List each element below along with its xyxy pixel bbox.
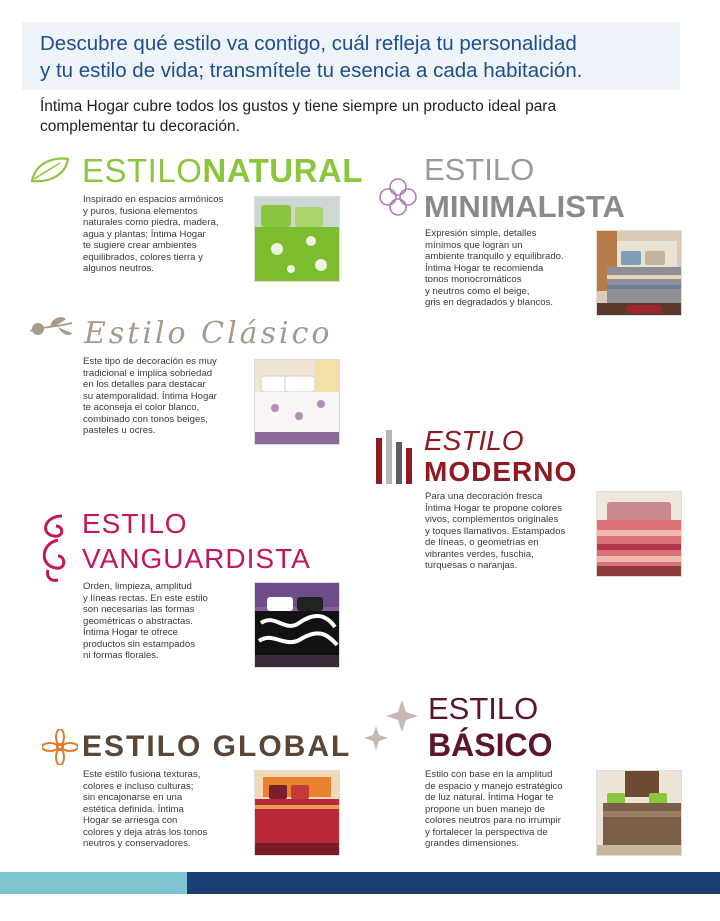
natural-title-b: NATURAL xyxy=(202,152,363,189)
intro-text: Íntima Hogar cubre todos los gustos y ti… xyxy=(40,97,640,137)
natural-title-a: ESTILO xyxy=(82,152,203,189)
global-text: Este estilo fusiona texturas, colores e … xyxy=(83,769,208,849)
basico-photo xyxy=(596,770,682,856)
minimalista-text: Expresión simple, detalles mínimos que l… xyxy=(425,228,564,308)
stars-icon xyxy=(364,700,418,750)
intro-line-1: Íntima Hogar cubre todos los gustos y ti… xyxy=(40,98,557,115)
global-title: ESTILO GLOBAL xyxy=(82,730,352,763)
banner-text: Descubre qué estilo va contigo, cuál ref… xyxy=(40,30,670,84)
intro-line-2: complementar tu decoración. xyxy=(40,118,240,135)
leaf-icon xyxy=(30,157,70,183)
banner-line-2: y tu estilo de vida; transmítele tu esen… xyxy=(40,59,583,82)
clasico-title: Estilo Clásico xyxy=(84,316,333,351)
clasico-text: Este tipo de decoración es muy tradicion… xyxy=(83,356,217,436)
flower-icon xyxy=(42,729,78,765)
moderno-title-b: MODERNO xyxy=(424,456,578,487)
vanguardista-photo xyxy=(254,582,340,668)
vanguardista-text: Orden, limpieza, amplitud y líneas recta… xyxy=(83,581,208,661)
flower-rings-icon xyxy=(379,178,417,216)
bars-icon xyxy=(376,430,412,484)
basico-title-a: ESTILO xyxy=(428,691,539,726)
banner-line-1: Descubre qué estilo va contigo, cuál ref… xyxy=(40,32,577,55)
minimalista-title-b: MINIMALISTA xyxy=(424,189,625,224)
minimalista-title-a: ESTILO xyxy=(424,152,535,187)
footer-bar-dark xyxy=(187,872,720,894)
swirl-icon xyxy=(42,514,66,582)
basico-text: Estilo con base en la amplitud de espaci… xyxy=(425,769,563,849)
footer-bar-light xyxy=(0,872,187,894)
vanguardista-title-b: VANGUARDISTA xyxy=(82,543,311,574)
natural-photo xyxy=(254,196,340,282)
moderno-photo xyxy=(596,491,682,577)
global-photo xyxy=(254,770,340,856)
moderno-title-a: ESTILO xyxy=(424,425,524,456)
clasico-photo xyxy=(254,359,340,445)
vanguardista-title-a: ESTILO xyxy=(82,508,188,539)
natural-title: ESTILONATURAL xyxy=(82,152,363,190)
rose-branch-icon xyxy=(29,317,73,335)
basico-title-b: BÁSICO xyxy=(428,727,553,763)
natural-text: Inspirado en espacios armónicos y puros,… xyxy=(83,194,224,274)
moderno-text: Para una decoración fresca Íntima Hogar … xyxy=(425,491,566,571)
minimalista-photo xyxy=(596,230,682,316)
